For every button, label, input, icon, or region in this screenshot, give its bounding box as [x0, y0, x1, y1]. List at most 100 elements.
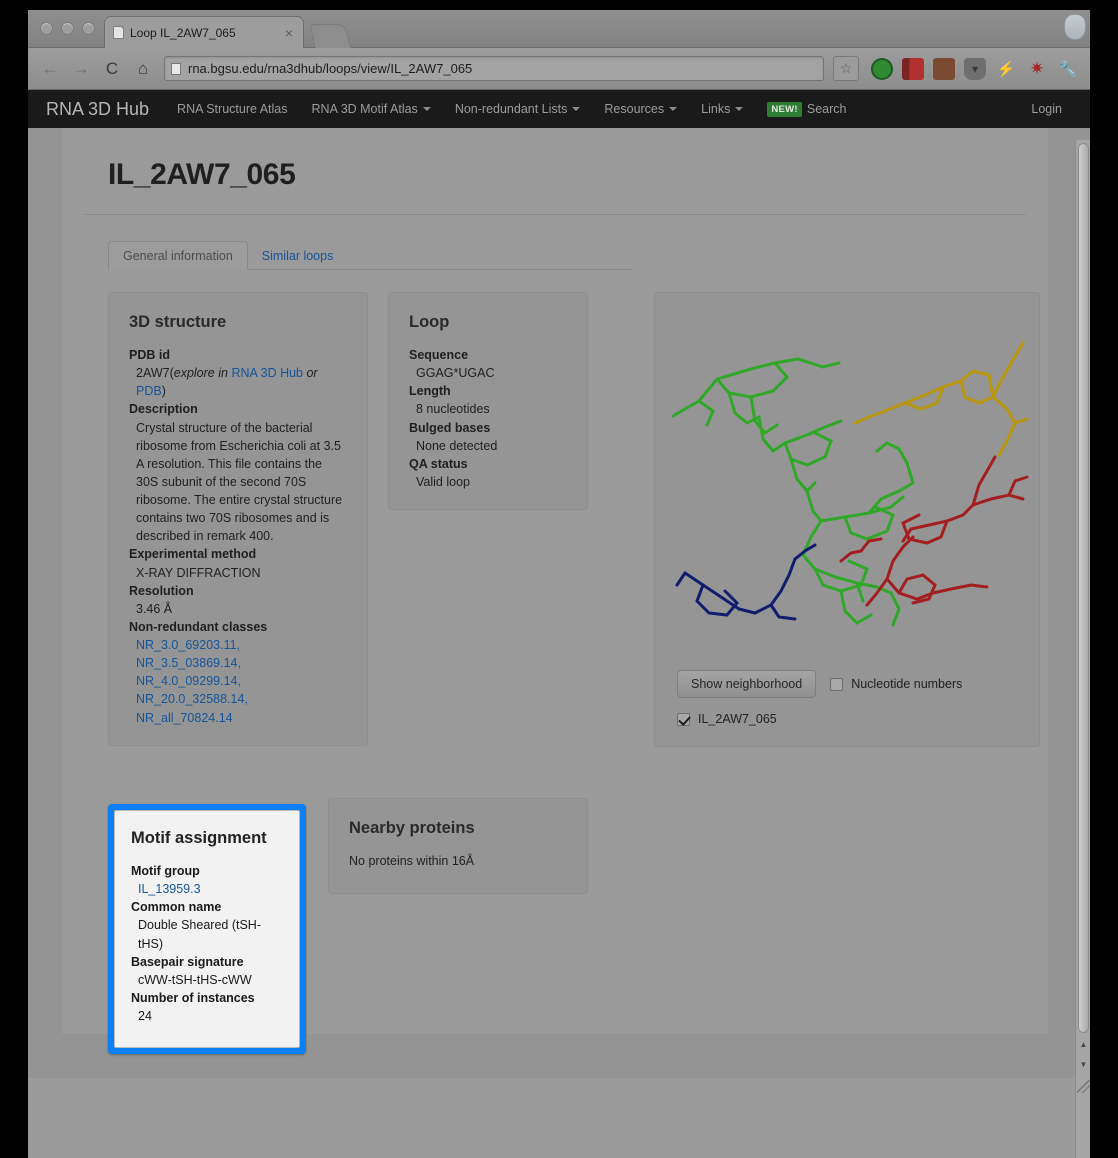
panel-heading: Motif assignment	[131, 829, 283, 848]
nav-label: Login	[1031, 102, 1062, 116]
nr-class-link[interactable]: NR_4.0_09299.14,	[136, 674, 241, 688]
nucleotide-numbers-checkbox[interactable]	[830, 678, 843, 691]
minimize-window-button[interactable]	[61, 22, 74, 35]
description-label: Description	[129, 400, 347, 418]
nav-label: RNA Structure Atlas	[177, 102, 287, 116]
description-value: Crystal structure of the bacterial ribos…	[129, 419, 347, 546]
window-resize-grip[interactable]	[1077, 1080, 1090, 1093]
bulged-bases-value: None detected	[409, 437, 567, 455]
back-icon[interactable]: ←	[36, 55, 64, 83]
scroll-down-icon[interactable]: ▼	[1076, 1056, 1090, 1072]
link-pdb[interactable]: PDB	[136, 384, 162, 398]
link-motif-group[interactable]: IL_13959.3	[138, 882, 201, 896]
viewer-controls: Show neighborhood Nucleotide numbers IL_…	[677, 670, 1017, 726]
browser-toolbar: ← → C ⌂ rna.bgsu.edu/rna3dhub/loops/view…	[28, 48, 1090, 90]
resolution-label: Resolution	[129, 582, 347, 600]
nav-label: Links	[701, 102, 730, 116]
browser-tab[interactable]: Loop IL_2AW7_065 ×	[104, 16, 304, 48]
nav-item-rna-3d-motif-atlas[interactable]: RNA 3D Motif Atlas	[312, 102, 431, 116]
sequence-value: GGAG*UGAC	[409, 364, 567, 382]
page-tabs: General information Similar loops	[108, 237, 632, 270]
starburst-icon[interactable]: ✷	[1026, 58, 1048, 80]
nav-item-rna-structure-atlas[interactable]: RNA Structure Atlas	[177, 102, 287, 116]
content-container: IL_2AW7_065 General information Similar …	[62, 128, 1048, 1034]
zoom-window-button[interactable]	[82, 22, 95, 35]
brand-logo[interactable]: RNA 3D Hub	[46, 99, 149, 120]
nucleotide-numbers-control[interactable]: Nucleotide numbers	[830, 677, 962, 691]
nr-class-item: NR_3.5_03869.14,	[129, 654, 347, 672]
close-icon[interactable]: ×	[283, 26, 295, 40]
length-value: 8 nucleotides	[409, 400, 567, 418]
resolution-value: 3.46 Å	[129, 600, 347, 618]
pdb-id-label: PDB id	[129, 346, 347, 364]
people-icon[interactable]	[933, 58, 955, 80]
show-neighborhood-button[interactable]: Show neighborhood	[677, 670, 816, 698]
nav-item-resources[interactable]: Resources	[604, 102, 677, 116]
nav-item-non-redundant-lists[interactable]: Non-redundant Lists	[455, 102, 581, 116]
home-icon[interactable]: ⌂	[129, 55, 157, 83]
nr-class-item: NR_3.0_69203.11,	[129, 636, 347, 654]
bookmark-star-icon[interactable]: ☆	[833, 56, 859, 81]
new-tab-button[interactable]	[309, 24, 351, 48]
scrollbar-thumb[interactable]	[1078, 143, 1089, 1033]
nav-item-login[interactable]: Login	[1031, 102, 1062, 116]
common-name-value: Double Sheared (tSH-tHS)	[131, 916, 283, 952]
chevron-down-icon	[572, 107, 580, 111]
address-bar[interactable]: rna.bgsu.edu/rna3dhub/loops/view/IL_2AW7…	[164, 56, 824, 81]
nr-class-link[interactable]: NR_3.0_69203.11,	[136, 638, 240, 652]
instances-label: Number of instances	[131, 989, 283, 1007]
qa-status-label: QA status	[409, 455, 567, 473]
avatar[interactable]	[1064, 14, 1086, 40]
tab-similar-loops[interactable]: Similar loops	[248, 242, 348, 270]
chevron-down-icon	[423, 107, 431, 111]
nearby-proteins-value: No proteins within 16Å	[349, 852, 567, 870]
red-book-icon[interactable]	[902, 58, 924, 80]
qa-status-value: Valid loop	[409, 473, 567, 491]
method-value: X-RAY DIFFRACTION	[129, 564, 347, 582]
lightning-icon[interactable]: ⚡	[995, 58, 1017, 80]
nav-label: Resources	[604, 102, 664, 116]
page-body: IL_2AW7_065 General information Similar …	[28, 128, 1090, 1078]
window-traffic-lights	[40, 22, 95, 35]
nav-item-search[interactable]: NEW! Search	[767, 102, 846, 117]
reload-icon[interactable]: C	[98, 55, 126, 83]
thumbs-up-icon[interactable]	[871, 58, 893, 80]
common-name-label: Common name	[131, 898, 283, 916]
molecule-viewer-canvas[interactable]	[655, 293, 1039, 643]
panel-nearby-proteins: Nearby proteins No proteins within 16Å	[328, 798, 588, 894]
or-text: or	[303, 366, 318, 380]
scroll-up-icon[interactable]: ▲	[1076, 1036, 1090, 1052]
pdb-id-text: 2AW7	[136, 366, 170, 380]
url-text: rna.bgsu.edu/rna3dhub/loops/view/IL_2AW7…	[188, 61, 472, 76]
method-label: Experimental method	[129, 545, 347, 563]
browser-tab-strip: Loop IL_2AW7_065 ×	[28, 10, 1090, 48]
basepair-signature-label: Basepair signature	[131, 953, 283, 971]
nr-classes-label: Non-redundant classes	[129, 618, 347, 636]
nav-label: Search	[807, 102, 847, 116]
motif-group-value: IL_13959.3	[131, 880, 283, 898]
nr-class-link[interactable]: NR_3.5_03869.14,	[136, 656, 241, 670]
loop-visibility-control[interactable]: IL_2AW7_065	[677, 712, 1017, 726]
explore-in-text: explore in	[174, 366, 232, 380]
browser-tab-title: Loop IL_2AW7_065	[130, 26, 283, 40]
shield-down-icon[interactable]: ▾	[964, 58, 986, 80]
page-scrollbar[interactable]: ▲ ▼	[1075, 140, 1090, 1158]
new-badge: NEW!	[767, 102, 802, 117]
pdb-id-value: 2AW7(explore in RNA 3D Hub or PDB)	[129, 364, 347, 400]
tab-general-information[interactable]: General information	[108, 241, 248, 271]
nav-item-links[interactable]: Links	[701, 102, 743, 116]
panel-loop: Loop Sequence GGAG*UGAC Length 8 nucleot…	[388, 292, 588, 510]
basepair-signature-value: cWW-tSH-tHS-cWW	[131, 971, 283, 989]
nr-class-item: NR_all_70824.14	[129, 709, 347, 727]
wrench-icon[interactable]: 🔧	[1057, 58, 1079, 80]
nr-class-link[interactable]: NR_all_70824.14	[136, 711, 233, 725]
panel-heading: Nearby proteins	[349, 819, 567, 838]
page-icon	[113, 26, 124, 39]
nav-label: Non-redundant Lists	[455, 102, 568, 116]
instances-value: 24	[131, 1007, 283, 1025]
close-window-button[interactable]	[40, 22, 53, 35]
link-rna-3d-hub[interactable]: RNA 3D Hub	[231, 366, 303, 380]
forward-icon[interactable]: →	[67, 55, 95, 83]
nr-class-link[interactable]: NR_20.0_32588.14,	[136, 692, 248, 706]
loop-visibility-checkbox[interactable]	[677, 713, 690, 726]
